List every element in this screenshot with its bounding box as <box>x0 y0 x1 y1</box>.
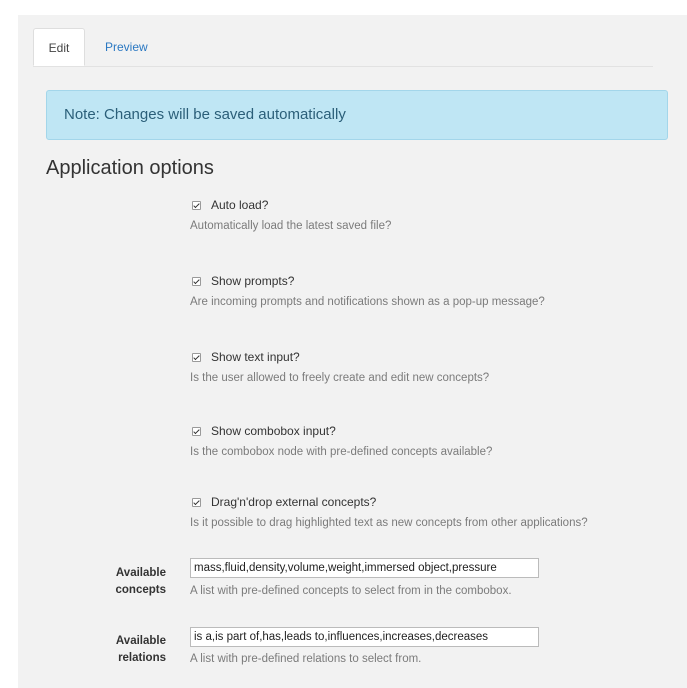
available-concepts-label: Available concepts <box>81 565 167 599</box>
tab-edit[interactable]: Edit <box>33 28 85 66</box>
option-auto-load: Auto load? Automatically load the latest… <box>190 195 391 232</box>
show-combobox-input-checkbox[interactable] <box>192 426 201 436</box>
available-concepts-help: A list with pre-defined concepts to sele… <box>190 585 512 597</box>
label-line: Available <box>115 567 166 579</box>
option-help: Is the user allowed to freely create and… <box>190 372 490 384</box>
label-line: concepts <box>115 584 167 596</box>
available-relations-help: A list with pre-defined relations to sel… <box>190 653 422 665</box>
tab-bar: Edit Preview <box>33 28 653 67</box>
option-label: Show prompts? <box>211 274 295 288</box>
tab-preview[interactable]: Preview <box>91 28 162 66</box>
option-label: Show combobox input? <box>211 424 336 438</box>
label-line: relations <box>118 652 166 664</box>
label-line: Available <box>115 635 166 647</box>
option-help: Is it possible to drag highlighted text … <box>190 517 588 529</box>
available-relations-label: Available relations <box>81 633 166 667</box>
available-relations-input[interactable] <box>190 627 539 647</box>
option-help: Automatically load the latest saved file… <box>190 220 392 232</box>
available-concepts-input[interactable] <box>190 558 539 578</box>
option-label: Drag'n'drop external concepts? <box>211 495 377 509</box>
option-show-combobox-input: Show combobox input? Is the combobox nod… <box>190 421 492 458</box>
option-label: Show text input? <box>211 350 300 364</box>
page-title: Application options <box>46 157 214 179</box>
option-help: Is the combobox node with pre-defined co… <box>190 446 493 458</box>
drag-drop-external-checkbox[interactable] <box>192 497 201 507</box>
options-panel: Edit Preview Note: Changes will be saved… <box>18 15 687 688</box>
option-show-prompts: Show prompts? Are incoming prompts and n… <box>190 271 545 308</box>
show-prompts-checkbox[interactable] <box>192 276 201 286</box>
option-drag-drop-external: Drag'n'drop external concepts? Is it pos… <box>190 492 588 529</box>
autosave-note: Note: Changes will be saved automaticall… <box>46 90 668 140</box>
auto-load-checkbox[interactable] <box>192 200 201 210</box>
option-label: Auto load? <box>211 198 269 212</box>
show-text-input-checkbox[interactable] <box>192 352 201 362</box>
option-help: Are incoming prompts and notifications s… <box>190 296 545 308</box>
option-show-text-input: Show text input? Is the user allowed to … <box>190 347 489 384</box>
